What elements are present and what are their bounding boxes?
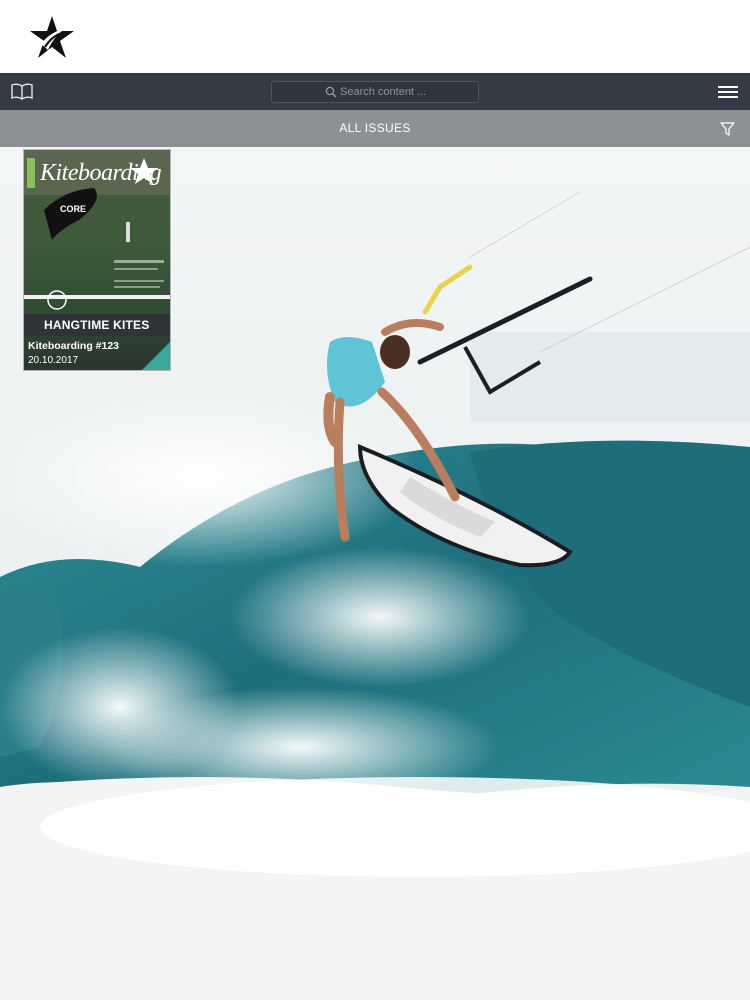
cover-headline-bar: HANGTIME KITES [24, 314, 170, 336]
search-icon [325, 86, 337, 98]
star-logo-icon[interactable] [28, 14, 76, 60]
book-icon[interactable] [10, 81, 34, 101]
search-box[interactable] [271, 81, 479, 103]
search-input[interactable] [340, 84, 470, 100]
section-title: ALL ISSUES [339, 121, 411, 135]
issue-title: Kiteboarding #123 [28, 340, 120, 352]
filter-funnel-icon[interactable] [720, 121, 735, 137]
brand-header [0, 0, 750, 73]
issue-card[interactable]: CORE Kiteboarding HANGTIME KITES Kiteboa… [24, 150, 170, 370]
issue-cover[interactable]: CORE Kiteboarding HANGTIME KITES Kiteboa… [24, 150, 170, 370]
issue-date: 20.10.2017 [28, 355, 79, 366]
hamburger-menu-icon[interactable] [717, 83, 739, 101]
svg-text:CORE: CORE [60, 204, 86, 214]
cover-headline: HANGTIME KITES [44, 318, 150, 332]
filter-bar: ALL ISSUES [0, 110, 750, 147]
cover-masthead: Kiteboarding [40, 160, 162, 186]
top-toolbar [0, 73, 750, 110]
